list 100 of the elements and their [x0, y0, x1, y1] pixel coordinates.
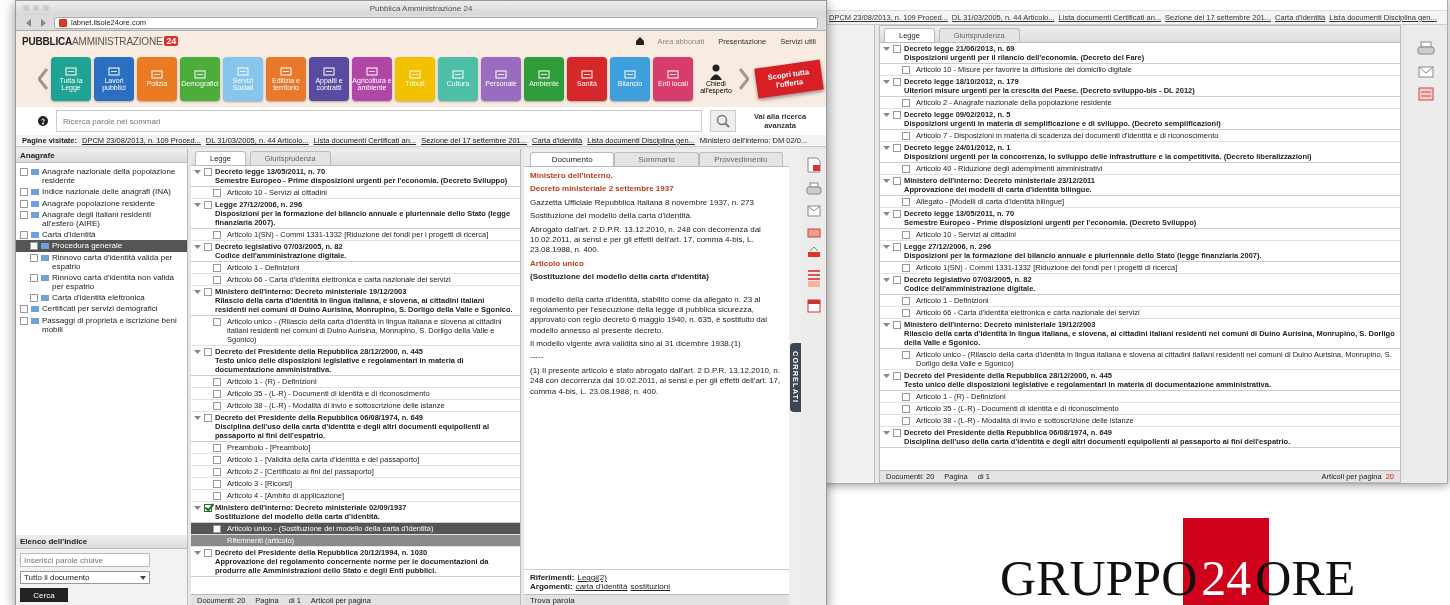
- help-icon[interactable]: [38, 116, 48, 126]
- checkbox[interactable]: [902, 297, 910, 305]
- checkbox[interactable]: [213, 378, 221, 386]
- checkbox[interactable]: [30, 273, 38, 282]
- tab[interactable]: Provvedimento: [698, 152, 783, 166]
- checkbox[interactable]: [30, 253, 38, 262]
- scope-dropdown[interactable]: Tutto il documento: [20, 571, 150, 584]
- checkbox[interactable]: [213, 444, 221, 452]
- expand-triangle-icon[interactable]: [194, 244, 201, 250]
- tree-item[interactable]: Indice nazionale delle anagrafi (INA): [16, 186, 187, 198]
- expand-triangle-icon[interactable]: [883, 145, 890, 151]
- checkbox[interactable]: [213, 468, 221, 476]
- checkbox[interactable]: [204, 549, 212, 557]
- toolbar-icon[interactable]: [807, 268, 821, 288]
- tree-item[interactable]: Passaggi di proprietà e iscrizione beni mobili: [16, 314, 187, 335]
- checkbox[interactable]: [902, 309, 910, 317]
- pdf-icon[interactable]: [807, 157, 821, 173]
- tree-item[interactable]: Rinnovo carta d'identità non valida per espatrio: [16, 271, 187, 293]
- checkbox[interactable]: [893, 45, 901, 53]
- expand-triangle-icon[interactable]: [194, 415, 201, 421]
- expand-triangle-icon[interactable]: [883, 244, 890, 250]
- checkbox[interactable]: [902, 351, 910, 359]
- reference-link[interactable]: carta d'identità: [575, 582, 628, 591]
- expand-triangle-icon[interactable]: [883, 46, 890, 52]
- expand-triangle-icon[interactable]: [194, 349, 201, 355]
- checkbox[interactable]: [893, 210, 901, 218]
- checkbox[interactable]: [893, 243, 901, 251]
- checkbox[interactable]: [902, 165, 910, 173]
- checkbox[interactable]: [213, 390, 221, 398]
- reference-link[interactable]: Leggi(2): [577, 573, 607, 582]
- expand-triangle-icon[interactable]: [883, 322, 890, 328]
- checkbox[interactable]: [20, 316, 28, 325]
- print-icon[interactable]: [1417, 41, 1435, 57]
- checkbox[interactable]: [204, 504, 212, 512]
- tree-item[interactable]: Carta d'identità elettronica: [16, 292, 187, 304]
- tab[interactable]: Documento: [530, 152, 615, 166]
- checkbox[interactable]: [902, 198, 910, 206]
- tree-item[interactable]: Anagrafe degli italiani residenti all'estero (AIRE): [16, 208, 187, 230]
- expand-triangle-icon[interactable]: [883, 79, 890, 85]
- expand-triangle-icon[interactable]: [194, 169, 201, 175]
- email-icon[interactable]: [1418, 65, 1434, 79]
- checkbox[interactable]: [30, 242, 38, 251]
- checkbox[interactable]: [213, 318, 221, 326]
- tree-item[interactable]: Certificati per servizi demografici: [16, 303, 187, 315]
- expand-triangle-icon[interactable]: [883, 211, 890, 217]
- tree-item[interactable]: Anagrafe nazionale della popolazione residente: [16, 166, 187, 187]
- calendar-icon[interactable]: [807, 297, 821, 313]
- expand-triangle-icon[interactable]: [883, 430, 890, 436]
- checkbox[interactable]: [213, 402, 221, 410]
- tree-item[interactable]: Anagrafe popolazione residente: [16, 197, 187, 209]
- find-word-bar[interactable]: Trova parola: [524, 594, 789, 605]
- checkbox[interactable]: [893, 111, 901, 119]
- expand-triangle-icon[interactable]: [883, 112, 890, 118]
- checkbox[interactable]: [902, 99, 910, 107]
- checkbox[interactable]: [20, 231, 28, 240]
- checkbox[interactable]: [20, 188, 28, 197]
- expand-triangle-icon[interactable]: [194, 550, 201, 556]
- expand-triangle-icon[interactable]: [883, 373, 890, 379]
- checkbox[interactable]: [902, 264, 910, 272]
- checkbox[interactable]: [213, 276, 221, 284]
- expand-triangle-icon[interactable]: [883, 178, 890, 184]
- print-icon[interactable]: [806, 182, 822, 196]
- checkbox[interactable]: [204, 168, 212, 176]
- checkbox[interactable]: [204, 348, 212, 356]
- expand-triangle-icon[interactable]: [194, 505, 201, 511]
- toolbar-icon[interactable]: [807, 247, 821, 259]
- email-icon[interactable]: [807, 205, 821, 217]
- checkbox[interactable]: [20, 168, 28, 176]
- back-forward-icon[interactable]: [24, 17, 48, 28]
- checkbox[interactable]: [30, 294, 38, 303]
- checkbox[interactable]: [213, 264, 221, 272]
- checkbox[interactable]: [893, 177, 901, 185]
- tree-item[interactable]: Carta d'identità: [16, 229, 187, 241]
- checkbox[interactable]: [893, 321, 901, 329]
- checkbox[interactable]: [20, 305, 28, 314]
- checkbox[interactable]: [20, 210, 28, 219]
- tree-item[interactable]: Rinnovo carta d'identità valida per espatrio: [16, 251, 187, 272]
- checkbox[interactable]: [213, 525, 221, 533]
- checkbox[interactable]: [204, 288, 212, 296]
- expand-triangle-icon[interactable]: [883, 277, 890, 283]
- home-icon[interactable]: [635, 37, 644, 45]
- checkbox[interactable]: [902, 66, 910, 74]
- expand-triangle-icon[interactable]: [194, 289, 201, 295]
- search-button[interactable]: [710, 110, 736, 132]
- checkbox[interactable]: [893, 372, 901, 380]
- expand-triangle-icon[interactable]: [194, 202, 201, 208]
- keyword-field[interactable]: Inserisci parole chiave: [20, 553, 150, 567]
- checkbox[interactable]: [893, 78, 901, 86]
- search-field[interactable]: Ricerca parole nei sommari: [56, 110, 702, 132]
- checkbox[interactable]: [902, 132, 910, 140]
- checkbox[interactable]: [893, 144, 901, 152]
- checkbox[interactable]: [902, 393, 910, 401]
- checkbox[interactable]: [20, 199, 28, 208]
- checkbox[interactable]: [204, 243, 212, 251]
- checkbox[interactable]: [893, 429, 901, 437]
- checkbox[interactable]: [902, 231, 910, 239]
- search-button[interactable]: Cerca: [20, 588, 68, 602]
- tree-item[interactable]: Procedura generale: [16, 240, 187, 252]
- checkbox[interactable]: [213, 480, 221, 488]
- tab[interactable]: Sommario: [614, 152, 699, 166]
